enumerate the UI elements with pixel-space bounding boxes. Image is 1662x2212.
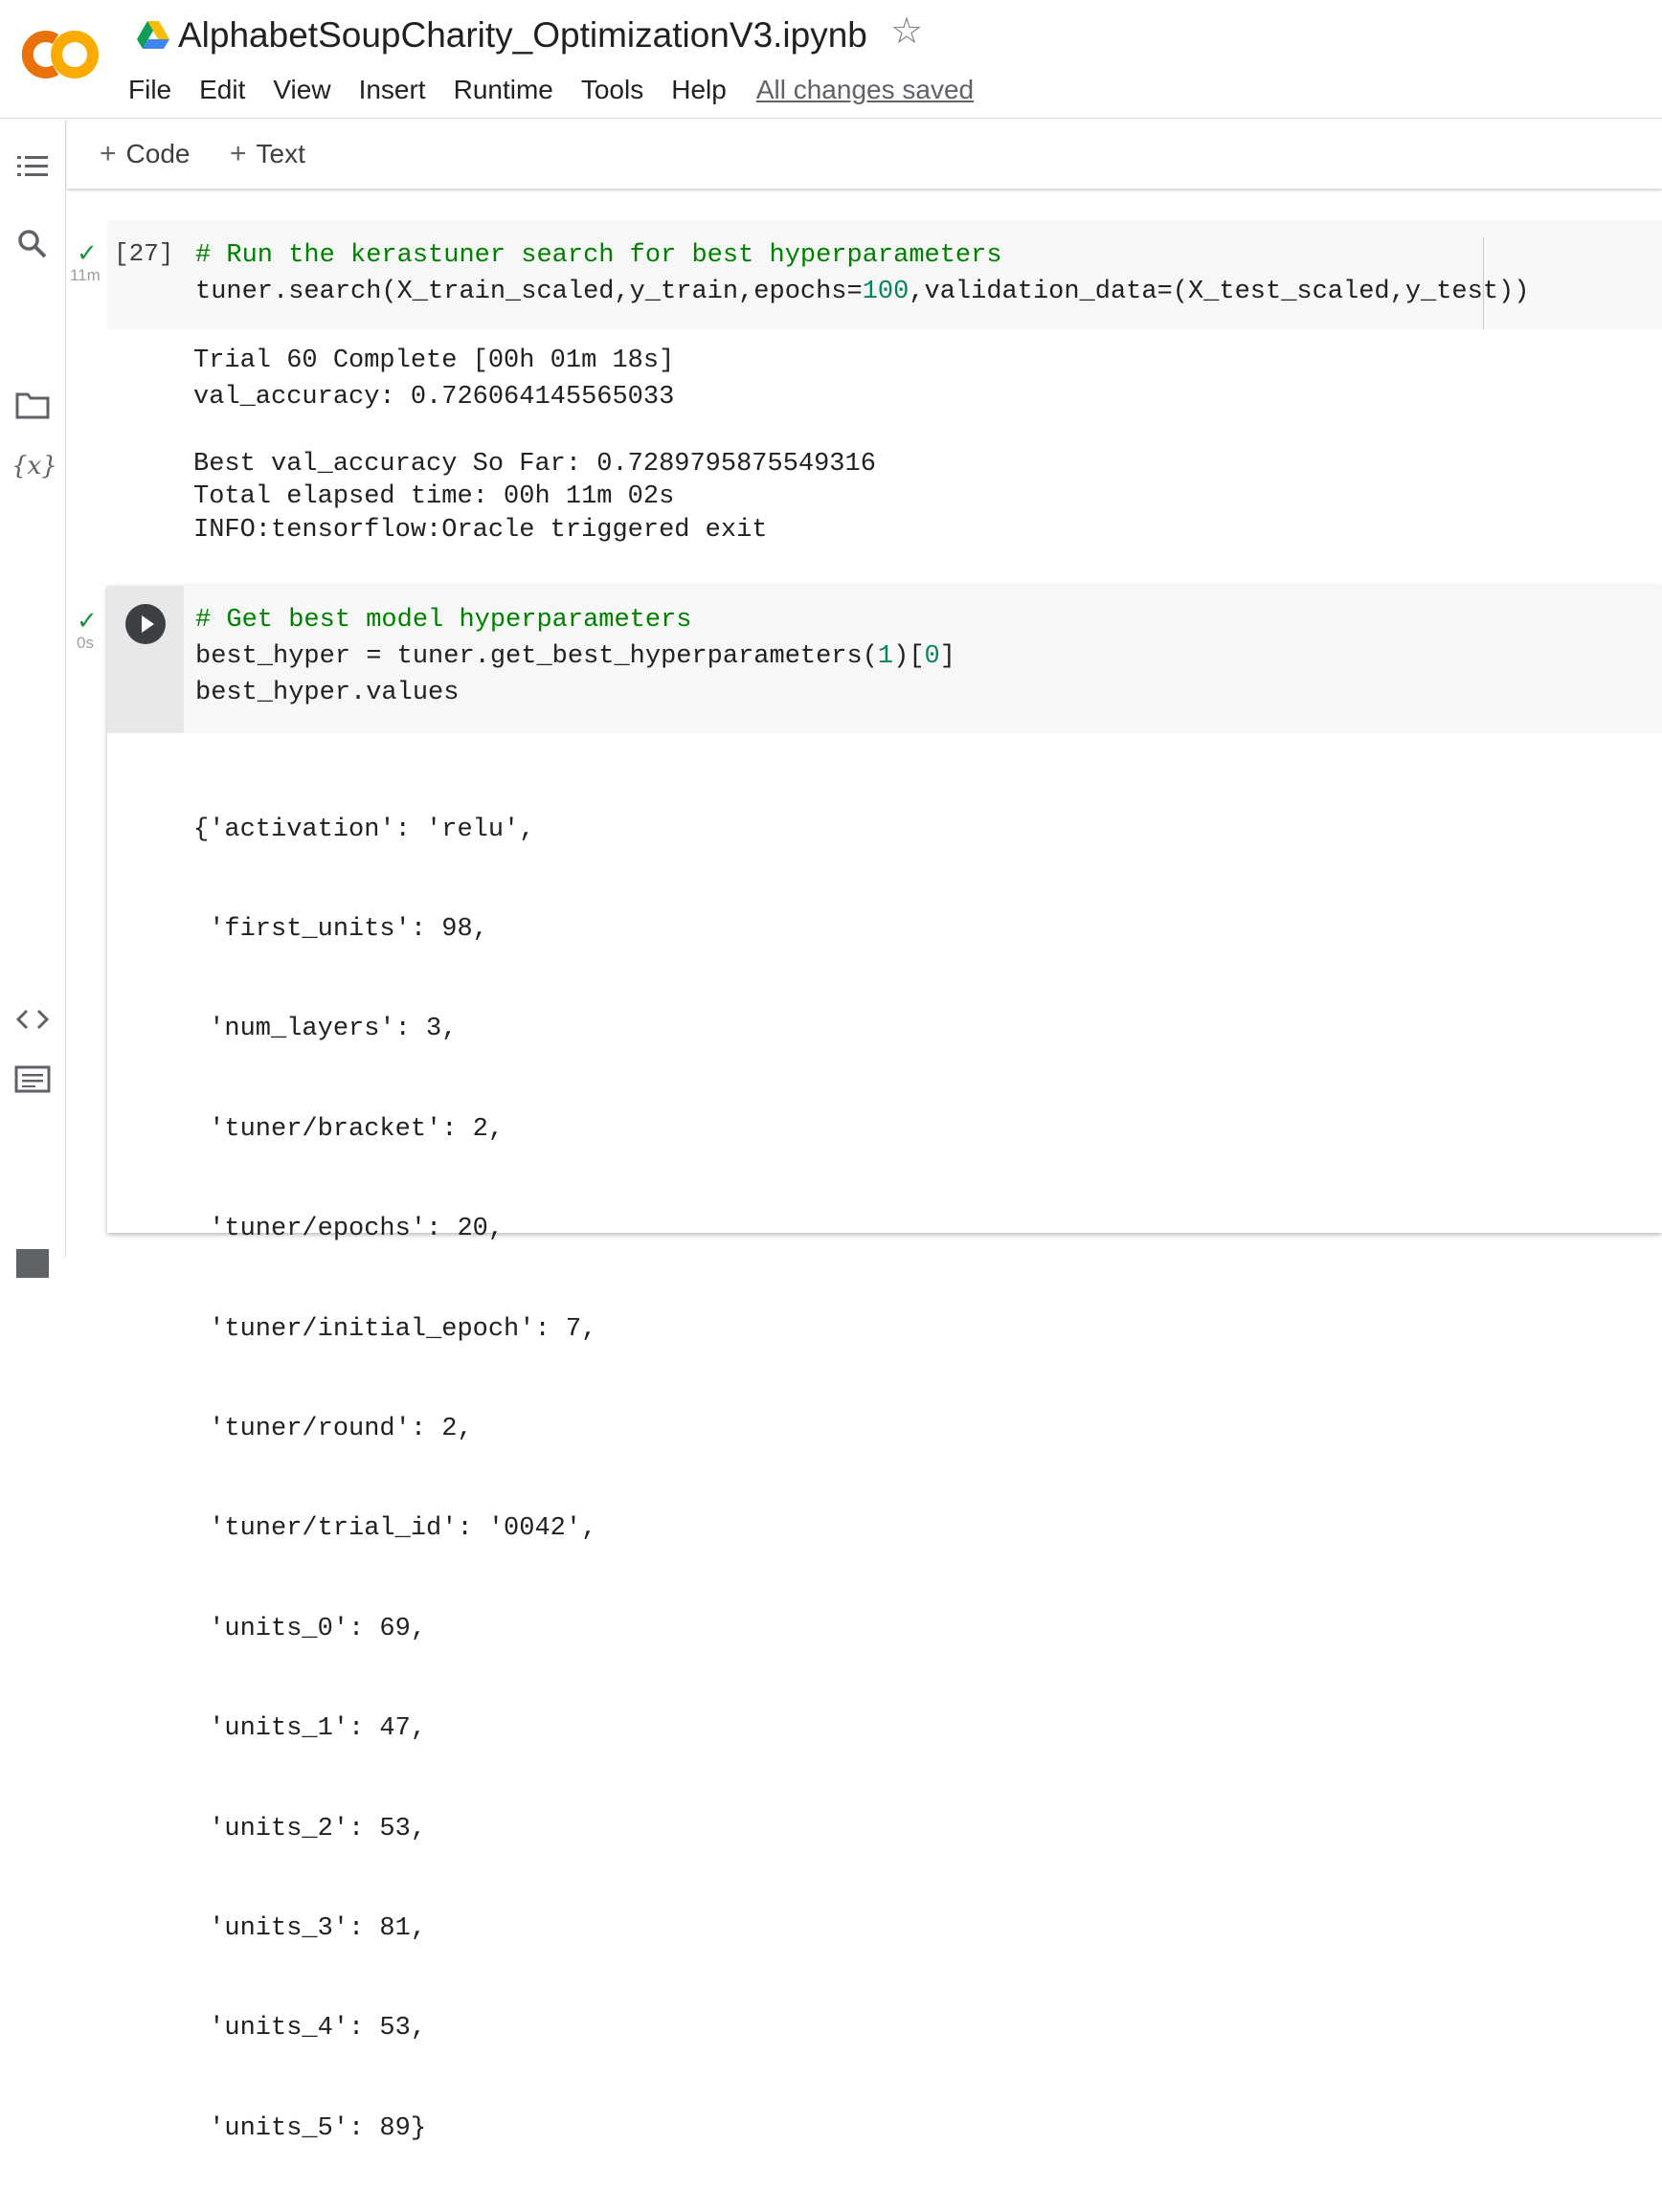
output-line: INFO:tensorflow:Oracle triggered exit [193,516,768,545]
output-line: {'activation': 'relu', [193,815,535,844]
output-line: 'units_5': 89} [193,2113,427,2143]
output-line: 'tuner/round': 2, [193,1414,473,1443]
code-number: 0 [924,642,940,671]
output-line: 'first_units': 98, [193,914,488,944]
output-line: 'units_3': 81, [193,1913,427,1943]
code-editor[interactable]: # Run the kerastuner search for best hyp… [195,237,1529,310]
code-line: best_hyper = tuner.get_best_hyperparamet… [195,638,955,675]
add-code-label: Code [125,139,191,168]
variables-icon[interactable]: {x} [11,452,57,480]
output-line: val_accuracy: 0.726064145565033 [193,383,675,412]
editor-ruler [1483,237,1484,329]
success-check-icon: ✓ [77,606,98,635]
output-line: Total elapsed time: 00h 11m 02s [193,482,675,511]
output-line: 'units_0': 69, [193,1614,427,1643]
output-line: 'units_2': 53, [193,1814,427,1843]
colab-logo[interactable] [19,29,100,80]
code-comment: # Get best model hyperparameters [195,606,692,635]
command-palette-icon[interactable] [13,1060,52,1098]
code-text: ,validation_data=(X_test_scaled,y_test)) [909,278,1530,306]
code-text-area[interactable]: # Get best model hyperparameters best_hyp… [195,602,955,711]
cell-output: {'activation': 'relu', 'first_units': 98… [193,747,596,2212]
output-line: 'units_4': 53, [193,2014,427,2044]
menu-file[interactable]: File [128,75,171,105]
code-number: 1 [877,642,894,671]
output-line: Best val_accuracy So Far: 0.728979587554… [193,450,876,479]
code-cell-focused[interactable]: # Get best model hyperparameters best_hyp… [107,586,1662,2143]
code-text: best_hyper = tuner.get_best_hyperparamet… [195,642,878,671]
menu-tools[interactable]: Tools [581,75,643,105]
save-status[interactable]: All changes saved [756,75,974,105]
code-number: 100 [862,278,910,306]
execution-count: [27] [114,239,174,268]
code-comment: # Run the kerastuner search for best hyp… [195,241,1002,270]
output-line: 'units_1': 47, [193,1714,427,1744]
code-text: ] [939,642,955,671]
menu-runtime[interactable]: Runtime [454,75,553,105]
star-icon[interactable]: ☆ [890,13,923,50]
execution-time: 0s [77,634,94,652]
plus-icon: + [230,138,247,169]
table-of-contents-icon[interactable] [13,146,52,185]
menu-help[interactable]: Help [671,75,727,105]
output-line: Trial 60 Complete [00h 01m 18s] [193,346,675,375]
output-line: 'tuner/epochs': 20, [193,1215,505,1244]
menu-insert[interactable]: Insert [359,75,426,105]
add-text-label: Text [256,139,305,168]
success-check-icon: ✓ [77,238,98,267]
add-code-button[interactable]: + Code [100,138,190,170]
code-line: tuner.search(X_train_scaled,y_train,epoc… [195,274,1529,310]
plus-icon: + [100,138,117,169]
menu-bar: File Edit View Insert Runtime Tools Help… [128,73,974,107]
terminal-icon[interactable] [13,1241,52,1280]
google-drive-icon [137,21,169,50]
output-line: 'num_layers': 3, [193,1015,458,1044]
run-cell-button[interactable] [125,604,166,644]
add-text-button[interactable]: + Text [230,138,305,170]
header: AlphabetSoupCharity_OptimizationV3.ipynb… [0,0,1662,119]
cell-gutter [107,586,184,733]
search-icon[interactable] [13,225,52,263]
menu-view[interactable]: View [273,75,330,105]
code-text: )[ [893,642,925,671]
output-line: 'tuner/trial_id': '0042', [193,1514,597,1544]
menu-edit[interactable]: Edit [199,75,245,105]
notebook-title[interactable]: AlphabetSoupCharity_OptimizationV3.ipynb [178,15,867,56]
execution-time: 11m [70,266,101,284]
left-sidebar: {x} [0,120,66,1278]
code-snippets-icon[interactable] [13,1000,52,1039]
output-line: 'tuner/initial_epoch': 7, [193,1314,597,1344]
notebook-toolbar: + Code + Text [67,120,1662,189]
code-line: best_hyper.values [195,679,460,707]
code-text: tuner.search(X_train_scaled,y_train,epoc… [195,278,863,306]
output-line: 'tuner/bracket': 2, [193,1114,505,1144]
files-icon[interactable] [13,386,52,424]
cell-output: Trial 60 Complete [00h 01m 18s] val_accur… [193,343,876,548]
